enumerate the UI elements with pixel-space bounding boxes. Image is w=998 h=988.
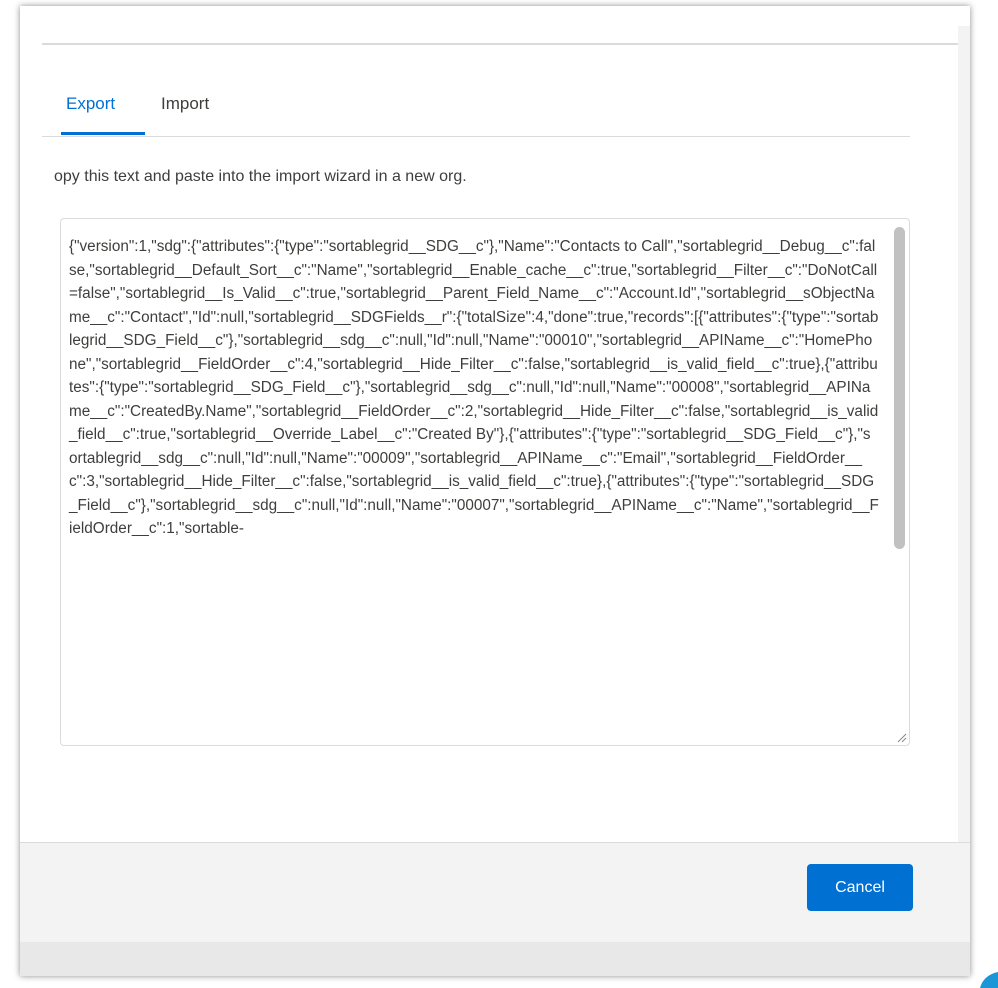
- cancel-button[interactable]: Cancel: [807, 864, 913, 911]
- active-tab-indicator: [61, 132, 145, 135]
- footer-bottom-band: [20, 942, 970, 976]
- tab-import[interactable]: Import: [161, 94, 209, 133]
- dialog-side-gutter: [958, 26, 970, 976]
- header-divider: [42, 43, 958, 45]
- export-json-text[interactable]: {"version":1,"sdg":{"attributes":{"type"…: [69, 235, 879, 541]
- export-textarea[interactable]: {"version":1,"sdg":{"attributes":{"type"…: [60, 218, 910, 746]
- textarea-scrollbar-thumb[interactable]: [894, 227, 905, 549]
- tab-export[interactable]: Export: [66, 94, 115, 133]
- resize-handle-icon[interactable]: [895, 731, 907, 743]
- modal-footer: Cancel: [20, 842, 970, 943]
- export-instructions: opy this text and paste into the import …: [54, 168, 467, 185]
- tab-bar: Export Import: [42, 86, 910, 137]
- corner-accent-shape: [980, 972, 998, 988]
- modal-dialog: Export Import opy this text and paste in…: [20, 6, 970, 976]
